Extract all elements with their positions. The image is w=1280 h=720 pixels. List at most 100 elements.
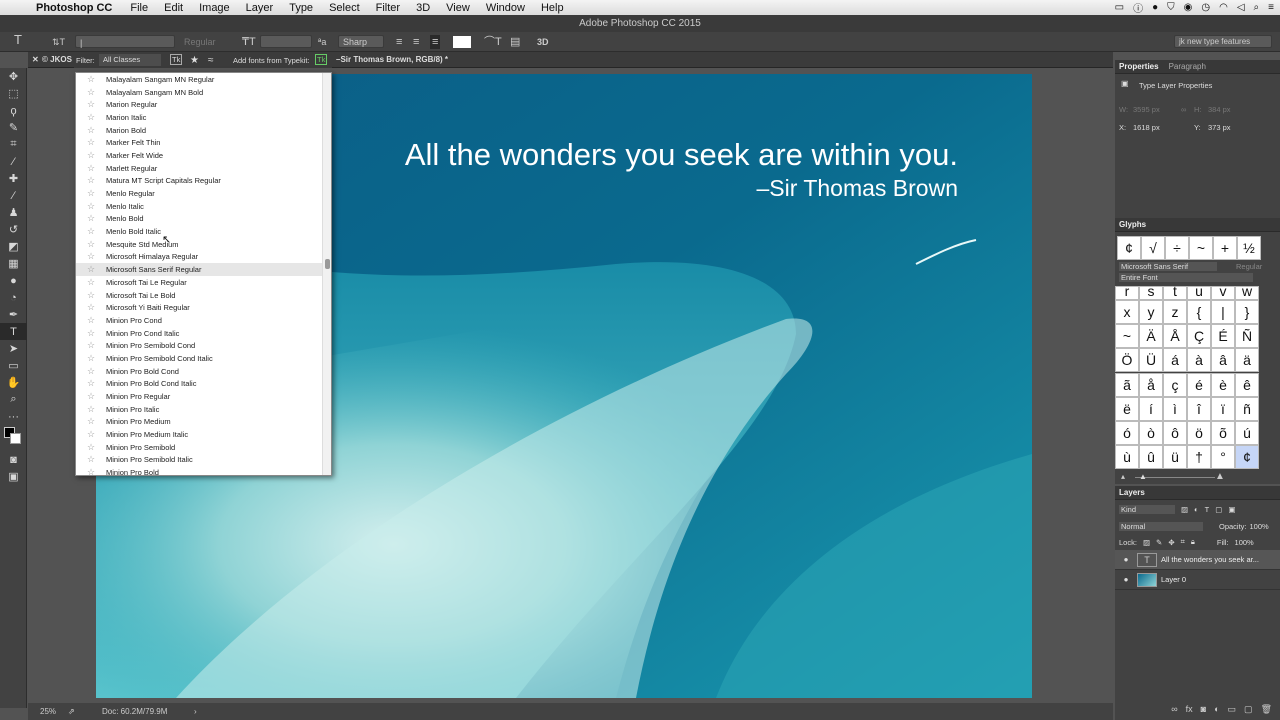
typekit-add-icon[interactable]: Tk [315, 54, 328, 65]
favorite-star-icon[interactable]: ☆ [76, 442, 106, 453]
glyph-cell[interactable]: õ [1211, 420, 1235, 445]
font-list-item[interactable]: ☆ Minion Pro Cond Italic [76, 327, 331, 340]
favorite-star-icon[interactable]: ☆ [76, 87, 106, 98]
visibility-eye-icon[interactable]: ● [1119, 555, 1133, 564]
favorite-star-icon[interactable]: ☆ [76, 454, 106, 465]
font-list-item[interactable]: ☆ Menlo Bold [76, 213, 331, 226]
list-icon[interactable]: ≡ [1268, 2, 1274, 13]
kind-filter[interactable]: Kind [1119, 504, 1175, 514]
tab-paragraph[interactable]: Paragraph [1169, 60, 1206, 73]
link-icon[interactable]: ∞ [1181, 105, 1186, 114]
font-list-item[interactable]: ☆ Microsoft Sans Serif Regular [76, 263, 331, 276]
glyph-cell[interactable]: | [1211, 300, 1235, 325]
glyph-cell[interactable]: Å [1163, 324, 1187, 349]
y-value[interactable]: 373 px [1208, 123, 1231, 132]
favorite-star-icon[interactable]: ☆ [76, 251, 106, 262]
glyph-cell[interactable]: è [1211, 372, 1235, 397]
new-group-icon[interactable]: ▭ [1228, 704, 1237, 718]
close-tab-icon[interactable]: ✕ [32, 52, 39, 68]
font-list-item[interactable]: ☆ Marion Regular [76, 98, 331, 111]
stamp-tool-icon[interactable]: ♟ [0, 204, 27, 221]
lock-all-icon[interactable]: 🔒︎ [1191, 537, 1195, 547]
align-center-icon[interactable]: ≡ [413, 35, 419, 49]
font-list-item[interactable]: ☆ Marker Felt Thin [76, 136, 331, 149]
glyph-cell[interactable]: ï [1211, 396, 1235, 421]
font-list-item[interactable]: ☆ Microsoft Tai Le Regular [76, 276, 331, 289]
favorite-star-icon[interactable]: ☆ [76, 328, 106, 339]
font-list-item[interactable]: ☆ Marlett Regular [76, 162, 331, 175]
font-list-item[interactable]: ☆ Minion Pro Cond [76, 314, 331, 327]
glyph-cell[interactable]: x [1115, 300, 1139, 325]
glyph-cell[interactable]: î [1187, 396, 1211, 421]
glyph-cell[interactable]: Ü [1139, 348, 1163, 373]
adjustment-icon[interactable]: ◐ [1214, 704, 1219, 718]
glyph-cell[interactable]: t [1163, 286, 1187, 300]
glyphs-title[interactable]: Glyphs [1119, 218, 1146, 231]
glyph-cell[interactable]: Ñ [1235, 324, 1259, 349]
orientation-icon[interactable]: ⇅T [52, 35, 65, 49]
font-list-item[interactable]: ☆ Minion Pro Medium [76, 416, 331, 429]
hand-tool-icon[interactable]: ✋ [0, 374, 27, 391]
glyph-cell[interactable]: ç [1163, 372, 1187, 397]
favorite-star-icon[interactable]: ☆ [76, 366, 106, 377]
favorite-star-icon[interactable]: ☆ [76, 340, 106, 351]
glyph-cell[interactable]: Ö [1115, 348, 1139, 373]
menu-file[interactable]: File [130, 2, 148, 14]
glyph-style-select[interactable]: Regular [1236, 262, 1276, 271]
glyph-cell[interactable]: ö [1187, 420, 1211, 445]
glyph-cell[interactable]: ê [1235, 372, 1259, 397]
clock-icon[interactable]: ◷ [1201, 2, 1210, 13]
font-list-item[interactable]: ☆ Menlo Bold Italic [76, 225, 331, 238]
favorite-star-icon[interactable]: ☆ [76, 353, 106, 364]
menu-type[interactable]: Type [289, 2, 313, 14]
favorite-star-icon[interactable]: ☆ [76, 429, 106, 440]
move-tool-icon[interactable]: ✥ [0, 68, 27, 85]
favorites-filter-icon[interactable]: ★ [190, 53, 199, 68]
font-list-item[interactable]: ☆ Menlo Italic [76, 200, 331, 213]
favorite-star-icon[interactable]: ☆ [76, 277, 106, 288]
tab-properties[interactable]: Properties [1119, 60, 1159, 73]
glyph-cell[interactable]: ~ [1115, 324, 1139, 349]
glyph-cell[interactable]: é [1187, 372, 1211, 397]
font-list-item[interactable]: ☆ Menlo Regular [76, 187, 331, 200]
favorite-star-icon[interactable]: ☆ [76, 226, 106, 237]
font-list-item[interactable]: ☆ Microsoft Yi Baiti Regular [76, 301, 331, 314]
quick-select-tool-icon[interactable]: ✎ [0, 119, 27, 136]
favorite-star-icon[interactable]: ☆ [76, 378, 106, 389]
3d-icon[interactable]: 3D [537, 35, 549, 49]
font-list-item[interactable]: ☆ Minion Pro Semibold Cond [76, 339, 331, 352]
favorite-star-icon[interactable]: ☆ [76, 315, 106, 326]
eraser-tool-icon[interactable]: ◩ [0, 238, 27, 255]
trash-icon[interactable]: 🗑︎ [1261, 704, 1272, 718]
pen-tool-icon[interactable]: ✒ [0, 306, 27, 323]
layers-title[interactable]: Layers [1119, 486, 1145, 499]
glyph-cell[interactable]: ù [1115, 444, 1139, 469]
glyph-size-large-icon[interactable]: ▲ [1215, 471, 1225, 482]
favorite-star-icon[interactable]: ☆ [76, 302, 106, 313]
blend-mode-select[interactable]: Normal [1119, 521, 1203, 531]
glyph-cell[interactable]: ¢ [1235, 444, 1259, 469]
link-layers-icon[interactable]: ∞ [1171, 704, 1177, 718]
eyedropper-tool-icon[interactable]: ⁄ [0, 153, 27, 170]
favorite-star-icon[interactable]: ☆ [76, 213, 106, 224]
lock-move-icon[interactable]: ✥ [1168, 538, 1174, 547]
align-left-icon[interactable]: ≡ [396, 35, 402, 49]
glyph-cell[interactable]: y [1139, 300, 1163, 325]
shape-tool-icon[interactable]: ▭ [0, 357, 27, 374]
export-icon[interactable]: ⇗ [68, 703, 75, 720]
smart-filter-icon[interactable]: ▣ [1228, 505, 1235, 514]
glyph-cell[interactable]: r [1115, 286, 1139, 300]
info-icon[interactable]: ⓘ [1133, 0, 1143, 15]
more-tools-icon[interactable]: ··· [0, 408, 27, 425]
favorite-star-icon[interactable]: ☆ [76, 112, 106, 123]
document-tab-title[interactable]: –Sir Thomas Brown, RGB/8) * [336, 52, 448, 68]
lock-paint-icon[interactable]: ✎ [1156, 538, 1162, 547]
layer-row-text[interactable]: ● T All the wonders you seek ar... [1115, 550, 1280, 570]
favorite-star-icon[interactable]: ☆ [76, 467, 106, 475]
favorite-star-icon[interactable]: ☆ [76, 188, 106, 199]
glyph-cell[interactable]: ° [1211, 444, 1235, 469]
font-list-item[interactable]: ☆ Minion Pro Bold [76, 466, 331, 475]
glyph-cell[interactable]: ñ [1235, 396, 1259, 421]
menu-select[interactable]: Select [329, 2, 360, 14]
document-tab-left[interactable]: © JKOS [42, 52, 72, 68]
